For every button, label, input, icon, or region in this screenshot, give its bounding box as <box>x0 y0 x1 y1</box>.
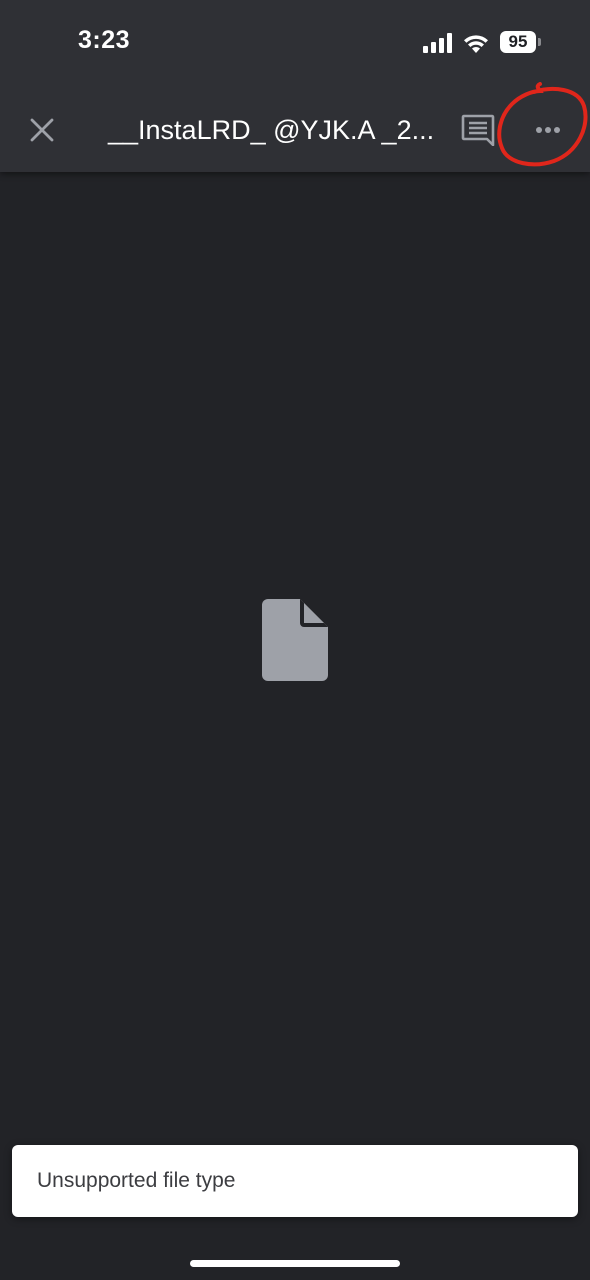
home-indicator[interactable] <box>190 1260 400 1267</box>
status-time: 3:23 <box>78 26 131 54</box>
battery-tip <box>538 38 541 46</box>
more-options-icon <box>536 127 560 133</box>
close-button[interactable] <box>24 112 60 148</box>
document-title: __InstaLRD_ @YJK.A _2... <box>108 115 435 145</box>
close-icon <box>30 118 54 142</box>
comments-icon <box>461 114 495 146</box>
top-bar: 3:23 95 __InstaLRD_ @YJK.A _2... <box>0 0 590 172</box>
toast-message: Unsupported file type <box>37 1169 236 1192</box>
wifi-icon <box>464 35 488 53</box>
battery-icon: 95 <box>500 31 542 55</box>
viewer-screen: 3:23 95 __InstaLRD_ @YJK.A _2... Unsuppo… <box>0 0 590 1280</box>
error-toast: Unsupported file type <box>12 1145 578 1217</box>
file-icon <box>262 599 328 681</box>
document-viewer-area <box>0 172 590 1280</box>
signal-icon <box>423 33 452 53</box>
more-options-button[interactable] <box>528 112 568 148</box>
comments-button[interactable] <box>458 110 498 150</box>
battery-level: 95 <box>500 31 536 53</box>
